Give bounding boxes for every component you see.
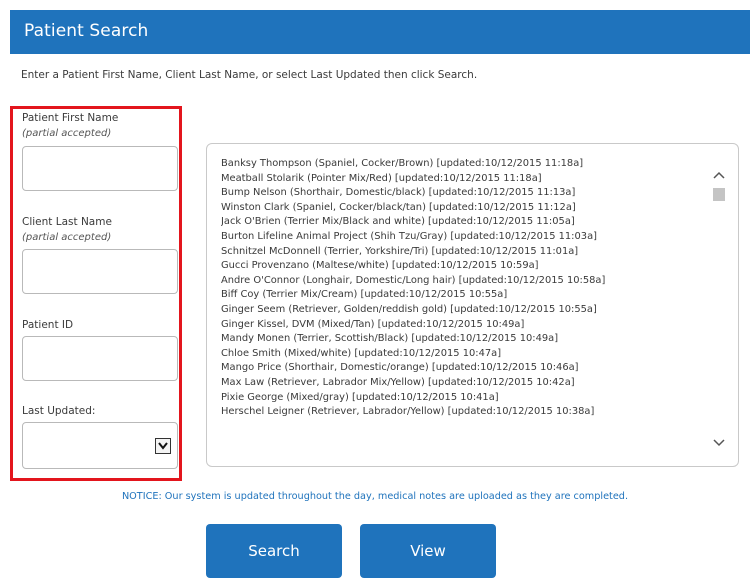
page-title: Patient Search — [24, 21, 149, 41]
chevron-down-icon[interactable] — [155, 438, 171, 454]
search-form-panel: Patient First Name (partial accepted) Cl… — [10, 106, 182, 481]
client-last-name-input[interactable] — [22, 249, 178, 294]
page-header: Patient Search — [10, 10, 750, 54]
list-item[interactable]: Bump Nelson (Shorthair, Domestic/black) … — [221, 186, 701, 201]
list-item[interactable]: Jack O'Brien (Terrier Mix/Black and whit… — [221, 215, 701, 230]
patient-id-input[interactable] — [22, 336, 178, 381]
patient-results-list[interactable]: Banksy Thompson (Spaniel, Cocker/Brown) … — [206, 143, 739, 467]
list-item[interactable]: Ginger Kissel, DVM (Mixed/Tan) [updated:… — [221, 318, 701, 333]
last-updated-label: Last Updated: — [22, 405, 96, 417]
client-last-name-label: Client Last Name — [22, 216, 112, 228]
list-item[interactable]: Gucci Provenzano (Maltese/white) [update… — [221, 259, 701, 274]
list-item[interactable]: Meatball Stolarik (Pointer Mix/Red) [upd… — [221, 172, 701, 187]
view-button[interactable]: View — [360, 524, 496, 578]
list-item[interactable]: Winston Clark (Spaniel, Cocker/black/tan… — [221, 201, 701, 216]
results-scrollbar[interactable] — [712, 156, 726, 456]
client-last-name-hint: (partial accepted) — [22, 232, 112, 243]
list-item[interactable]: Andre O'Connor (Longhair, Domestic/Long … — [221, 274, 701, 289]
chevron-up-icon[interactable] — [712, 168, 726, 182]
list-item[interactable]: Banksy Thompson (Spaniel, Cocker/Brown) … — [221, 157, 701, 172]
list-item[interactable]: Mandy Monen (Terrier, Scottish/Black) [u… — [221, 332, 701, 347]
chevron-down-icon[interactable] — [712, 436, 726, 450]
list-item[interactable]: Chloe Smith (Mixed/white) [updated:10/12… — [221, 347, 701, 362]
list-item[interactable]: Schnitzel McDonnell (Terrier, Yorkshire/… — [221, 245, 701, 260]
notice-text: NOTICE: Our system is updated throughout… — [121, 491, 629, 502]
list-item[interactable]: Mango Price (Shorthair, Domestic/orange)… — [221, 361, 701, 376]
list-item[interactable]: Herschel Leigner (Retriever, Labrador/Ye… — [221, 405, 701, 420]
list-item[interactable]: Pixie George (Mixed/gray) [updated:10/12… — [221, 391, 701, 406]
results-items: Banksy Thompson (Spaniel, Cocker/Brown) … — [221, 157, 701, 420]
list-item[interactable]: Ginger Seem (Retriever, Golden/reddish g… — [221, 303, 701, 318]
patient-first-name-input[interactable] — [22, 146, 178, 191]
patient-first-name-label: Patient First Name — [22, 112, 119, 124]
patient-id-label: Patient ID — [22, 319, 74, 331]
last-updated-select[interactable] — [22, 422, 178, 469]
instructions-text: Enter a Patient First Name, Client Last … — [21, 69, 478, 81]
search-button[interactable]: Search — [206, 524, 342, 578]
scrollbar-thumb[interactable] — [713, 188, 725, 201]
list-item[interactable]: Biff Coy (Terrier Mix/Cream) [updated:10… — [221, 288, 701, 303]
list-item[interactable]: Burton Lifeline Animal Project (Shih Tzu… — [221, 230, 701, 245]
patient-first-name-hint: (partial accepted) — [22, 128, 112, 139]
list-item[interactable]: Max Law (Retriever, Labrador Mix/Yellow)… — [221, 376, 701, 391]
